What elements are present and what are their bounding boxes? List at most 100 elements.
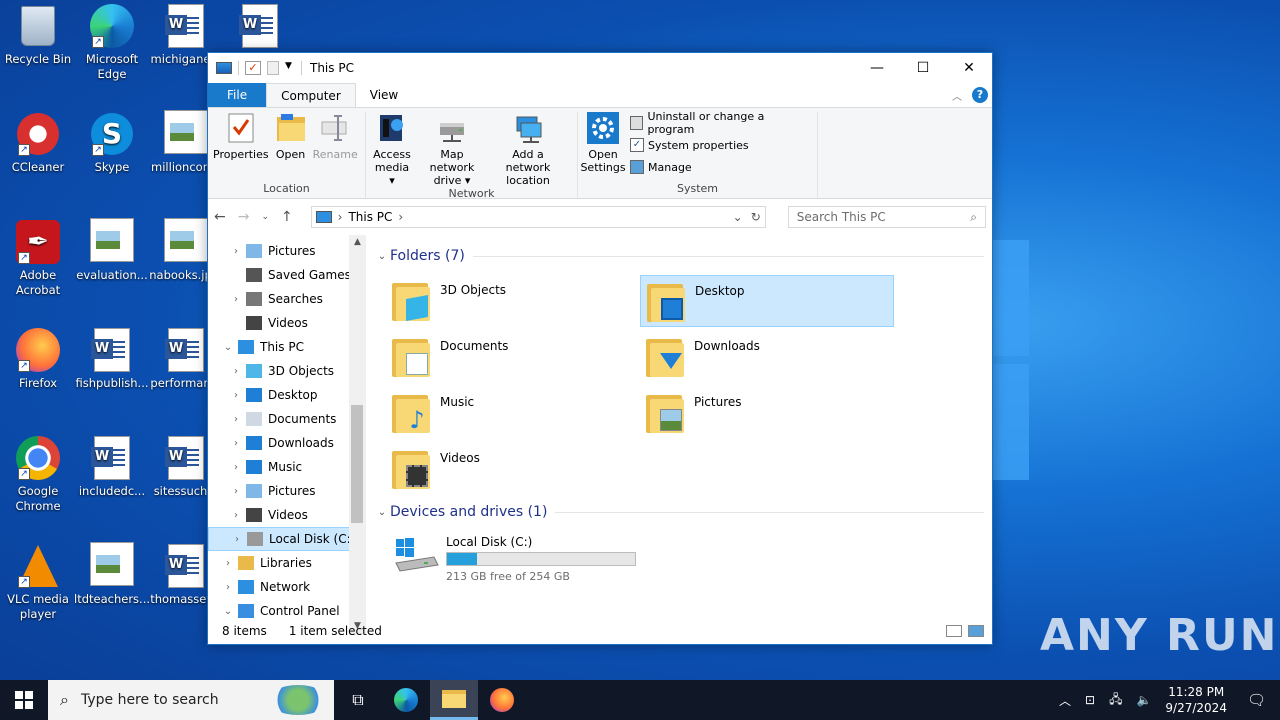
details-view-icon[interactable] xyxy=(946,625,962,637)
nav-tree-item[interactable]: › Desktop xyxy=(208,383,366,407)
show-hidden-icons-chevron-icon[interactable]: ︿ xyxy=(1059,692,1071,709)
nav-tree-item[interactable]: › Music xyxy=(208,455,366,479)
up-arrow-icon[interactable]: ↑ xyxy=(281,209,293,225)
collapsed-chevron-icon[interactable]: › xyxy=(220,558,236,569)
folder-item[interactable]: Downloads xyxy=(640,331,894,383)
desktop-icon[interactable]: Recycle Bin xyxy=(0,4,76,67)
network-icon[interactable]: 🖧 xyxy=(1109,690,1122,711)
folder-item[interactable]: 3D Objects xyxy=(386,275,640,327)
new-folder-icon[interactable] xyxy=(267,61,279,75)
taskbar-search-input[interactable]: ⌕ Type here to search xyxy=(48,680,334,720)
folder-item[interactable]: Desktop xyxy=(640,275,894,327)
tab-file[interactable]: File xyxy=(208,83,267,107)
nav-tree-item[interactable]: › Libraries xyxy=(208,551,366,575)
desktop-icon[interactable]: ↗ Google Chrome xyxy=(0,436,76,514)
taskbar-edge-button[interactable] xyxy=(382,680,430,720)
collapsed-chevron-icon[interactable]: › xyxy=(228,414,244,425)
start-button[interactable] xyxy=(0,680,48,720)
meet-now-icon[interactable]: ⊡ xyxy=(1085,693,1095,707)
nav-tree-item[interactable]: › Downloads xyxy=(208,431,366,455)
collapsed-chevron-icon[interactable]: › xyxy=(228,438,244,449)
nav-tree-item[interactable]: › Documents xyxy=(208,407,366,431)
folder-item[interactable]: Documents xyxy=(386,331,640,383)
desktop-icon[interactable]: ltdteachers... xyxy=(74,542,150,607)
address-dropdown-icon[interactable]: ⌄ xyxy=(733,210,743,224)
rename-button[interactable]: Rename xyxy=(310,112,361,182)
properties-button[interactable]: Properties xyxy=(210,112,272,182)
minimize-button[interactable]: — xyxy=(854,53,900,83)
desktop-icon[interactable]: fishpublish... xyxy=(74,328,150,391)
address-path[interactable]: This PC xyxy=(348,210,392,224)
expanded-chevron-icon[interactable]: ⌄ xyxy=(220,342,236,353)
volume-icon[interactable]: 🔈 xyxy=(1136,693,1151,707)
open-button[interactable]: Open xyxy=(272,112,310,182)
clock[interactable]: 11:28 PM 9/27/2024 xyxy=(1165,684,1227,716)
uninstall-program-link[interactable]: Uninstall or change a program xyxy=(630,110,807,136)
nav-tree-item[interactable]: › Videos xyxy=(208,503,366,527)
navigation-scrollbar[interactable]: ▲ ▼ xyxy=(349,235,366,635)
nav-tree-item[interactable]: › Network xyxy=(208,575,366,599)
collapsed-chevron-icon[interactable]: › xyxy=(228,462,244,473)
expanded-chevron-icon[interactable]: ⌄ xyxy=(220,606,236,617)
nav-tree-item[interactable]: Saved Games xyxy=(208,263,366,287)
recent-chevron-icon[interactable]: ⌄ xyxy=(261,209,269,225)
desktop-icon[interactable]: S ↗ Skype xyxy=(74,112,150,175)
open-settings-button[interactable]: Open Settings xyxy=(580,112,626,182)
desktop-icon[interactable]: includedc... xyxy=(74,436,150,499)
drive-item-local-disk[interactable]: Local Disk (C:) 213 GB free of 254 GB xyxy=(374,531,984,583)
desktop-icon[interactable]: ↗ CCleaner xyxy=(0,112,76,175)
desktop-icon[interactable]: ↗ Firefox xyxy=(0,328,76,391)
collapse-ribbon-icon[interactable]: ︿ xyxy=(952,88,962,103)
forward-arrow-icon[interactable]: → xyxy=(238,209,250,225)
content-pane[interactable]: ⌄ Folders (7) 3D Objects Desktop Documents… xyxy=(366,235,992,635)
collapsed-chevron-icon[interactable]: › xyxy=(228,510,244,521)
desktop-icon[interactable]: ✒ ↗ Adobe Acrobat xyxy=(0,220,76,298)
system-properties-link[interactable]: ✓ System properties xyxy=(630,136,807,154)
nav-tree-item[interactable]: ⌄ This PC xyxy=(208,335,366,359)
folder-item[interactable]: ♪ Music xyxy=(386,387,640,439)
nav-tree-item[interactable]: › Searches xyxy=(208,287,366,311)
search-input[interactable]: Search This PC ⌕ xyxy=(787,206,986,228)
folders-section-header[interactable]: ⌄ Folders (7) xyxy=(374,245,984,267)
manage-link[interactable]: Manage xyxy=(630,158,807,176)
help-icon[interactable]: ? xyxy=(972,87,988,103)
scrollbar-thumb[interactable] xyxy=(351,405,363,523)
tab-view[interactable]: View xyxy=(356,83,412,107)
tab-computer[interactable]: Computer xyxy=(266,83,356,107)
taskbar-firefox-button[interactable] xyxy=(478,680,526,720)
navigation-pane[interactable]: › Pictures Saved Games › Searches Videos ⌄ This… xyxy=(208,235,366,635)
desktop-icon[interactable] xyxy=(222,4,298,52)
nav-tree-item[interactable]: › 3D Objects xyxy=(208,359,366,383)
task-view-button[interactable]: ⧉ xyxy=(334,680,382,720)
collapsed-chevron-icon[interactable]: › xyxy=(228,486,244,497)
nav-tree-item[interactable]: › Local Disk (C:) xyxy=(208,527,366,551)
desktop-icon[interactable]: evaluation... xyxy=(74,218,150,283)
collapsed-chevron-icon[interactable]: › xyxy=(229,534,245,545)
devices-section-header[interactable]: ⌄ Devices and drives (1) xyxy=(374,501,984,523)
nav-tree-item[interactable]: Videos xyxy=(208,311,366,335)
refresh-icon[interactable]: ↻ xyxy=(751,210,761,224)
collapsed-chevron-icon[interactable]: › xyxy=(228,246,244,257)
notifications-icon[interactable]: 🗨 xyxy=(1247,691,1266,709)
large-icons-view-icon[interactable] xyxy=(968,625,984,637)
address-bar[interactable]: › This PC › ⌄ ↻ xyxy=(310,206,766,228)
nav-tree-item[interactable]: › Pictures xyxy=(208,479,366,503)
customize-qa-chevron-icon[interactable]: ▼ xyxy=(285,61,295,75)
file-explorer-window[interactable]: ✓ ▼ This PC — ☐ ✕ File Computer View ︿ ?… xyxy=(207,52,993,645)
maximize-button[interactable]: ☐ xyxy=(900,53,946,83)
collapsed-chevron-icon[interactable]: › xyxy=(228,390,244,401)
collapsed-chevron-icon[interactable]: › xyxy=(228,294,244,305)
desktop-icon[interactable]: ↗ Microsoft Edge xyxy=(74,4,150,82)
close-button[interactable]: ✕ xyxy=(946,53,992,83)
computer-icon[interactable] xyxy=(216,62,232,74)
folder-item[interactable]: Videos xyxy=(386,443,640,495)
folder-item[interactable]: Pictures xyxy=(640,387,894,439)
access-media-button[interactable]: Access media ▾ xyxy=(368,112,416,187)
collapsed-chevron-icon[interactable]: › xyxy=(220,582,236,593)
map-network-drive-button[interactable]: Map network drive ▾ xyxy=(416,112,488,187)
desktop-icon[interactable]: ↗ VLC media player xyxy=(0,544,76,622)
nav-tree-item[interactable]: › Pictures xyxy=(208,239,366,263)
properties-check-icon[interactable]: ✓ xyxy=(245,61,261,75)
add-network-location-button[interactable]: Add a network location xyxy=(488,112,568,187)
collapsed-chevron-icon[interactable]: › xyxy=(228,366,244,377)
